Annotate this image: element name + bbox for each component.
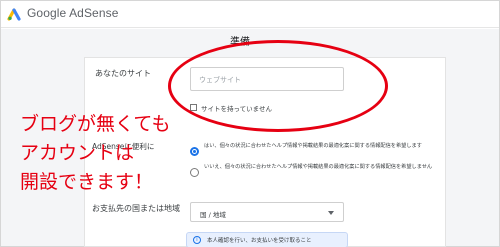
- annotation-line-2: アカウントは: [20, 142, 135, 164]
- top-bar: Google AdSense: [1, 1, 499, 28]
- info-icon: i: [193, 236, 201, 244]
- option-yes-text: はい、個々の状況に合わせたヘルプ情報や掲載結果の最適化案に関する情報配信を希望し…: [204, 143, 422, 149]
- info-notice: i 本人確認を行い、お支払いを受け取ること: [186, 232, 348, 247]
- dropdown-arrow-icon: [328, 211, 334, 215]
- annotation-line-1: ブログが無くても: [20, 113, 171, 135]
- payment-country-label: お支払先の国または地域: [92, 204, 180, 213]
- highlight-ellipse: [168, 40, 388, 132]
- option-no-text: いいえ、個々の状況に合わせたヘルプ情報や掲載結果の最適化案に関する情報配信を希望…: [204, 164, 433, 170]
- annotation-line-3: 開設できます！: [20, 171, 154, 193]
- info-notice-text: 本人確認を行い、お支払いを受け取ること: [207, 238, 312, 244]
- country-select-value: 国 / 地域: [200, 211, 226, 219]
- annotation-text: ブログが無くても アカウントは 開設できます！: [20, 110, 200, 197]
- app-title: Google AdSense: [27, 6, 119, 20]
- country-select[interactable]: 国 / 地域: [190, 202, 344, 222]
- site-label: あなたのサイト: [95, 69, 151, 78]
- adsense-logo-icon: [7, 8, 21, 21]
